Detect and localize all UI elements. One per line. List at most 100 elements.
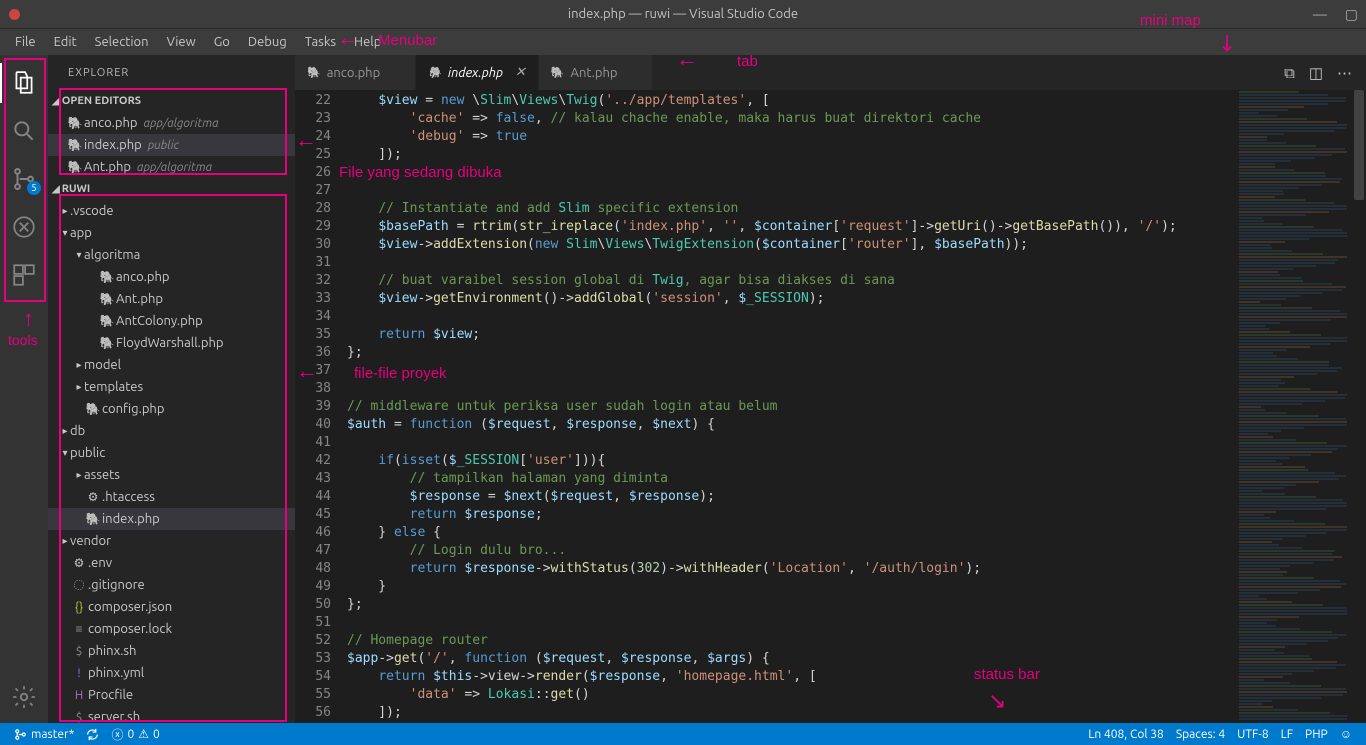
- open-editor-item[interactable]: 🐘Ant.phpapp/algoritma: [48, 156, 295, 178]
- activity-settings[interactable]: [0, 677, 48, 717]
- tree-file[interactable]: $phinx.sh: [48, 640, 295, 662]
- status-bar: master* ⓧ0 ⚠0 Ln 408, Col 38 Spaces: 4 U…: [0, 723, 1366, 745]
- minimap[interactable]: [1234, 90, 1352, 723]
- sync-icon: [86, 728, 99, 741]
- status-eol[interactable]: LF: [1275, 727, 1299, 741]
- tree-file[interactable]: ≡composer.lock: [48, 618, 295, 640]
- editor-tab[interactable]: 🐘Ant.php✕: [539, 55, 654, 90]
- code-editor[interactable]: $view = new \Slim\Views\Twig('../app/tem…: [345, 90, 1234, 723]
- php-icon: 🐘: [428, 66, 442, 79]
- status-language[interactable]: PHP: [1299, 727, 1334, 741]
- line-gutter: 2223242526272829303132333435363738394041…: [295, 90, 345, 723]
- php-icon: 🐘: [66, 138, 84, 152]
- project-tree: ▸.vscode▾app▾algoritma🐘anco.php🐘Ant.php🐘…: [48, 200, 295, 723]
- activity-scm[interactable]: 5: [0, 159, 48, 199]
- split-editor-icon[interactable]: ◫: [1309, 64, 1323, 82]
- tree-file[interactable]: 🐘FloydWarshall.php: [48, 332, 295, 354]
- status-branch[interactable]: master*: [8, 728, 80, 741]
- tree-file[interactable]: 🐘AntColony.php: [48, 310, 295, 332]
- tree-file[interactable]: {}composer.json: [48, 596, 295, 618]
- tree-folder[interactable]: ▸vendor: [48, 530, 295, 552]
- menu-item-tasks[interactable]: Tasks: [296, 29, 345, 56]
- twisty-icon: ▾: [74, 249, 84, 261]
- text-icon: ≡: [70, 622, 88, 636]
- php-icon: 🐘: [98, 292, 116, 306]
- heroku-icon: H: [70, 689, 88, 702]
- tree-folder[interactable]: ▸db: [48, 420, 295, 442]
- tree-file[interactable]: !phinx.yml: [48, 662, 295, 684]
- window-minimize-icon[interactable]: —: [1313, 6, 1327, 23]
- menu-item-view[interactable]: View: [158, 29, 205, 56]
- more-icon[interactable]: ⋯: [1337, 64, 1352, 82]
- files-icon: [11, 70, 37, 96]
- php-icon: 🐘: [84, 512, 102, 526]
- open-editors-header[interactable]: ◢ OPEN EDITORS: [48, 90, 295, 112]
- activity-extensions[interactable]: [0, 255, 48, 295]
- search-icon: [11, 118, 37, 144]
- gear-icon: ⚙: [70, 556, 88, 570]
- status-sync[interactable]: [80, 728, 105, 741]
- status-encoding[interactable]: UTF-8: [1231, 727, 1274, 741]
- sidebar: EXPLORER ◢ OPEN EDITORS 🐘anco.phpapp/alg…: [48, 55, 295, 723]
- yaml-icon: !: [70, 667, 88, 680]
- status-cursor[interactable]: Ln 408, Col 38: [1082, 727, 1170, 741]
- menu-item-edit[interactable]: Edit: [45, 29, 86, 56]
- tree-file[interactable]: ⚙.env: [48, 552, 295, 574]
- open-editor-item[interactable]: 🐘anco.phpapp/algoritma: [48, 112, 295, 134]
- menu-item-selection[interactable]: Selection: [86, 29, 158, 56]
- activity-search[interactable]: [0, 111, 48, 151]
- chevron-down-icon: ◢: [52, 183, 60, 195]
- tree-folder[interactable]: ▸.vscode: [48, 200, 295, 222]
- editor-tab[interactable]: 🐘anco.php✕: [295, 55, 416, 90]
- editor-tab[interactable]: 🐘index.php✕: [416, 55, 539, 90]
- twisty-icon: ▾: [60, 227, 70, 239]
- tree-file[interactable]: HProcfile: [48, 684, 295, 706]
- menu-item-debug[interactable]: Debug: [239, 29, 296, 56]
- tree-file[interactable]: $server.sh: [48, 706, 295, 723]
- tree-folder[interactable]: ▸model: [48, 354, 295, 376]
- tree-file[interactable]: 🐘Ant.php: [48, 288, 295, 310]
- editor-body: 2223242526272829303132333435363738394041…: [295, 90, 1366, 723]
- tree-file[interactable]: 🐘config.php: [48, 398, 295, 420]
- tree-folder[interactable]: ▾algoritma: [48, 244, 295, 266]
- gear-icon: ⚙: [84, 490, 102, 504]
- warning-icon: ⚠: [138, 727, 149, 741]
- php-icon: 🐘: [551, 66, 565, 79]
- twisty-icon: ▸: [74, 381, 84, 393]
- scrollbar-thumb[interactable]: [1354, 90, 1364, 200]
- tree-folder[interactable]: ▾app: [48, 222, 295, 244]
- scrollbar-vertical[interactable]: [1352, 90, 1366, 723]
- window-close-dot[interactable]: [9, 9, 20, 20]
- menu-item-file[interactable]: File: [6, 29, 45, 56]
- tree-file[interactable]: 🐘index.php: [48, 508, 295, 530]
- tree-file[interactable]: ⚙.htaccess: [48, 486, 295, 508]
- status-spaces[interactable]: Spaces: 4: [1170, 727, 1231, 741]
- tree-file[interactable]: 🐘anco.php: [48, 266, 295, 288]
- compare-icon[interactable]: ⧉: [1284, 64, 1295, 82]
- status-feedback[interactable]: ☺: [1334, 727, 1358, 741]
- window-maximize-icon[interactable]: ▢: [1345, 6, 1358, 23]
- close-icon[interactable]: ✕: [515, 65, 526, 80]
- open-editor-item[interactable]: 🐘index.phppublic: [48, 134, 295, 156]
- php-icon: 🐘: [98, 336, 116, 350]
- project-header[interactable]: ◢ RUWI: [48, 178, 295, 200]
- menu-item-help[interactable]: Help: [345, 29, 390, 56]
- tabs-bar: 🐘anco.php✕🐘index.php✕🐘Ant.php✕ ⧉ ◫ ⋯: [295, 55, 1366, 90]
- php-icon: 🐘: [66, 116, 84, 130]
- menu-item-go[interactable]: Go: [205, 29, 239, 56]
- window-controls: — ▢: [1313, 6, 1358, 23]
- gear-icon: [11, 684, 37, 710]
- tree-file[interactable]: ◌.gitignore: [48, 574, 295, 596]
- activity-explorer[interactable]: [0, 63, 48, 103]
- activity-debug[interactable]: [0, 207, 48, 247]
- branch-icon: [14, 728, 27, 741]
- tree-folder[interactable]: ▸assets: [48, 464, 295, 486]
- tree-folder[interactable]: ▸templates: [48, 376, 295, 398]
- git-icon: ◌: [70, 579, 88, 592]
- window-title: index.php — ruwi — Visual Studio Code: [0, 7, 1366, 21]
- status-problems[interactable]: ⓧ0 ⚠0: [105, 726, 165, 743]
- twisty-icon: ▸: [60, 425, 70, 437]
- tree-folder[interactable]: ▾public: [48, 442, 295, 464]
- scm-badge: 5: [27, 181, 41, 195]
- shell-icon: $: [70, 711, 88, 724]
